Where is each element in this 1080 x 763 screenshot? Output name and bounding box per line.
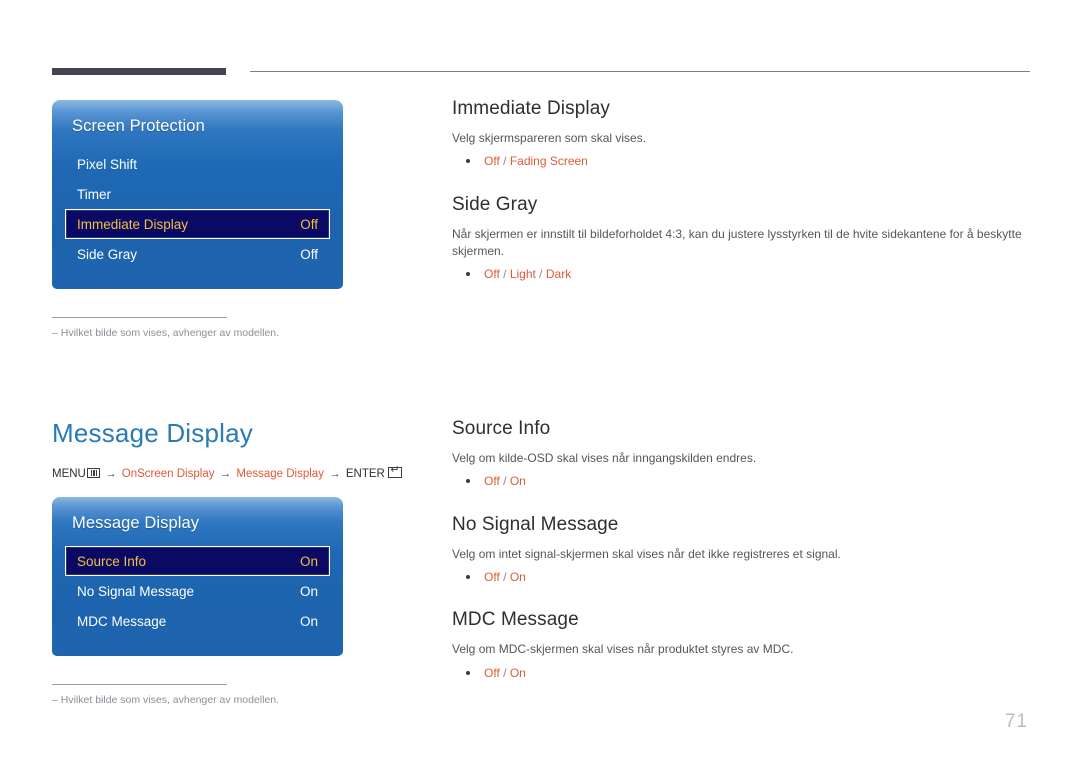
option-separator: /: [499, 474, 510, 489]
screen-protection-topics: Immediate Display Velg skjermspareren so…: [452, 98, 1032, 307]
topic-immediate-display: Immediate Display Velg skjermspareren so…: [452, 98, 1032, 172]
osd-panel-screen-protection: Screen Protection Pixel Shift Timer Imme…: [52, 100, 343, 289]
menu-grid-icon: [86, 468, 100, 478]
osd-row-value: On: [299, 583, 318, 599]
topic-mdc-message: MDC Message Velg om MDC-skjermen skal vi…: [452, 609, 1032, 683]
osd-row-value: Off: [300, 216, 318, 232]
option-value: Fading Screen: [509, 154, 588, 169]
topic-title: Immediate Display: [452, 98, 610, 119]
option-separator: /: [499, 154, 510, 169]
option-value: Off: [484, 569, 500, 584]
osd-row-selected[interactable]: Immediate Display Off: [65, 209, 330, 239]
osd-row-label: Timer: [77, 186, 111, 202]
topic-options-list: Off / Light / Dark: [452, 265, 1032, 284]
topic-options-list: Off / On: [452, 568, 1032, 587]
breadcrumb-enter-label: ENTER: [345, 468, 385, 480]
page-header-rules: [0, 0, 1080, 75]
footnote-dash: –: [52, 694, 58, 706]
footnote-divider: [52, 317, 227, 318]
topic-side-gray: Side Gray Når skjermen er innstilt til b…: [452, 194, 1032, 285]
option-separator: /: [499, 267, 510, 282]
topic-title: Side Gray: [452, 193, 538, 215]
option-separator: /: [535, 267, 546, 282]
osd-row[interactable]: Side Gray Off: [65, 239, 330, 269]
footnote-dash: –: [52, 327, 58, 339]
osd-row-label: Pixel Shift: [77, 156, 138, 172]
breadcrumb-arrow: →: [105, 468, 117, 480]
topic-title: No Signal Message: [452, 513, 619, 535]
option-separator: /: [499, 665, 510, 680]
footnote-text: – Hvilket bilde som vises, avhenger av m…: [52, 327, 382, 341]
osd-title: Screen Protection: [72, 117, 205, 135]
topic-title: MDC Message: [452, 609, 579, 631]
topic-options-list: Off / On: [452, 664, 1032, 683]
osd-row-label: No Signal Message: [77, 583, 195, 599]
osd-row[interactable]: No Signal Message On: [65, 576, 330, 606]
list-item: Off / On: [466, 664, 1032, 683]
list-item: Off / On: [466, 568, 1032, 587]
footnote-text: – Hvilket bilde som vises, avhenger av m…: [52, 694, 382, 708]
topic-description: Når skjermen er innstilt til bildeforhol…: [452, 226, 1022, 258]
osd-row-value: On: [299, 613, 318, 629]
option-separator: /: [499, 569, 510, 584]
option-value: On: [509, 569, 526, 584]
osd-row-label: MDC Message: [77, 613, 167, 629]
topic-description: Velg om intet signal-skjermen skal vises…: [452, 546, 841, 561]
osd-row-list: Source Info On No Signal Message On MDC …: [52, 546, 343, 656]
option-value: On: [509, 665, 526, 680]
option-value: Dark: [545, 267, 572, 282]
osd-row[interactable]: MDC Message On: [65, 606, 330, 636]
topic-title: Source Info: [452, 418, 551, 439]
document-page: Screen Protection Pixel Shift Timer Imme…: [0, 0, 1080, 763]
topic-no-signal-message: No Signal Message Velg om intet signal-s…: [452, 514, 1032, 588]
list-item: Off / On: [466, 472, 1032, 491]
osd-row-value: Off: [300, 246, 318, 262]
option-value: Off: [484, 267, 500, 282]
osd-title: Message Display: [72, 514, 200, 532]
topic-description: Velg om kilde-OSD skal vises når inngang…: [452, 451, 757, 465]
list-item: Off / Fading Screen: [466, 152, 1032, 171]
list-item: Off / Light / Dark: [466, 265, 1032, 284]
breadcrumb-arrow: →: [219, 468, 232, 480]
footnote-body: Hvilket bilde som vises, avhenger av mod…: [60, 327, 280, 339]
option-value: Off: [484, 665, 500, 680]
topic-options-list: Off / On: [452, 472, 1032, 491]
osd-panel-message-display: Message Display Source Info On No Signal…: [52, 497, 343, 656]
option-value: Off: [484, 154, 500, 169]
enter-key-icon: [387, 465, 402, 478]
topic-description: Velg om MDC-skjermen skal vises når prod…: [452, 642, 794, 657]
osd-row-label: Immediate Display: [77, 216, 189, 232]
message-display-block: Message Display MENU → OnScreen Display …: [52, 418, 422, 708]
page-title: Message Display: [52, 418, 253, 448]
screen-protection-osd-block: Screen Protection Pixel Shift Timer Imme…: [52, 100, 422, 341]
breadcrumb-arrow: →: [329, 468, 341, 480]
option-value: On: [509, 474, 526, 489]
breadcrumb: MENU → OnScreen Display → Message Displa…: [52, 465, 422, 480]
header-thin-rule: [250, 71, 1030, 72]
topic-options-list: Off / Fading Screen: [452, 152, 1032, 171]
osd-row-selected[interactable]: Source Info On: [65, 546, 330, 576]
breadcrumb-link[interactable]: OnScreen Display: [122, 468, 215, 480]
footnote-screen-protection: – Hvilket bilde som vises, avhenger av m…: [52, 317, 279, 341]
osd-row-value: On: [299, 553, 318, 569]
message-display-topics: Source Info Velg om kilde-OSD skal vises…: [452, 418, 1032, 705]
osd-row-label: Side Gray: [77, 246, 138, 262]
footnote-body: Hvilket bilde som vises, avhenger av mod…: [60, 694, 280, 706]
topic-description: Velg skjermspareren som skal vises.: [452, 131, 647, 145]
osd-row[interactable]: Timer: [65, 179, 330, 209]
header-thick-rule: [52, 68, 226, 75]
osd-row-list: Pixel Shift Timer Immediate Display Off …: [52, 149, 343, 289]
breadcrumb-link[interactable]: Message Display: [236, 468, 324, 480]
option-value: Off: [484, 474, 500, 489]
topic-source-info: Source Info Velg om kilde-OSD skal vises…: [452, 418, 1032, 492]
option-value: Light: [509, 267, 536, 282]
breadcrumb-menu-label: MENU: [52, 468, 86, 480]
osd-row[interactable]: Pixel Shift: [65, 149, 330, 179]
footnote-message-display: – Hvilket bilde som vises, avhenger av m…: [52, 684, 279, 708]
osd-row-label: Source Info: [77, 553, 147, 569]
footnote-divider: [52, 684, 227, 685]
page-number: 71: [1004, 711, 1028, 732]
